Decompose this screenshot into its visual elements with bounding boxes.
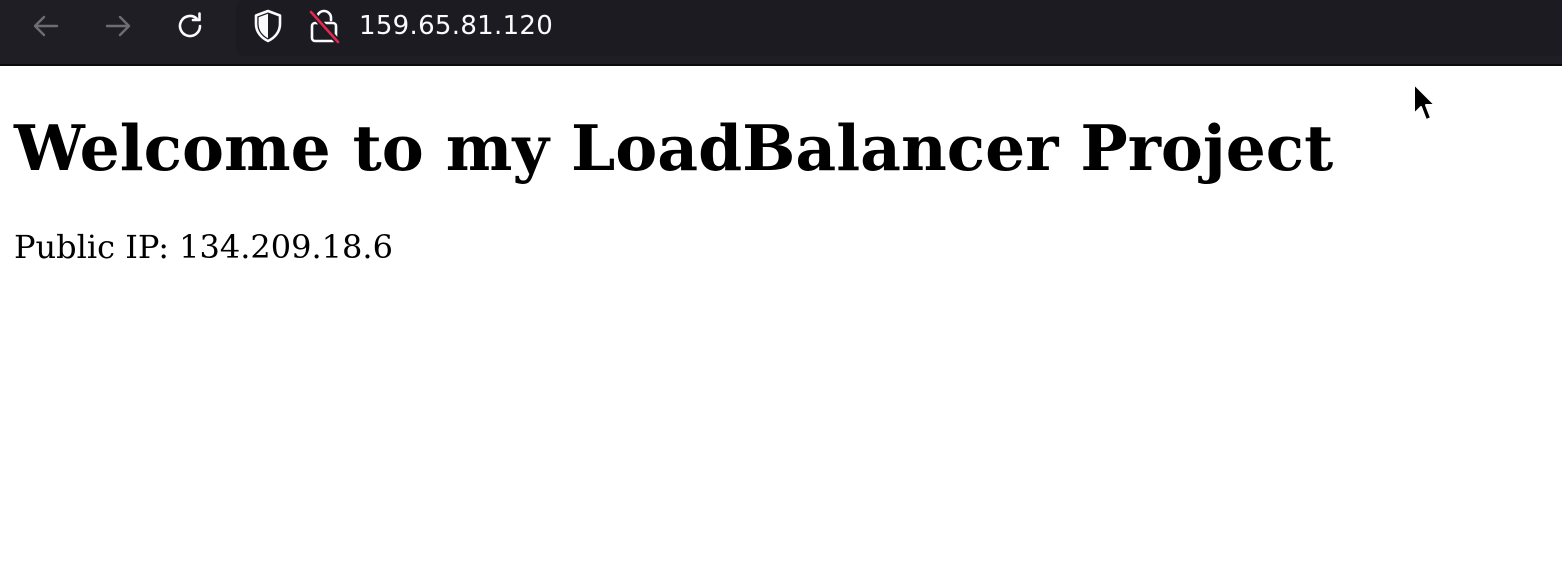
shield-icon [254,9,282,43]
connection-info-button[interactable] [307,8,341,44]
reload-button[interactable] [172,8,208,44]
public-ip-text: Public IP: 134.209.18.6 [14,228,393,266]
page-title: Welcome to my LoadBalancer Project [14,111,1334,185]
page-content: Welcome to my LoadBalancer Project Publi… [0,66,1562,574]
tracking-protection-button[interactable] [251,8,285,44]
browser-toolbar: 159.65.81.120 [0,0,1562,66]
url-bar[interactable]: 159.65.81.120 [236,0,1562,56]
arrow-right-icon [105,15,131,37]
forward-button[interactable] [100,8,136,44]
url-text[interactable]: 159.65.81.120 [359,8,553,44]
back-button[interactable] [28,8,64,44]
mouse-cursor-icon [1413,83,1436,121]
reload-icon [178,12,202,38]
arrow-left-icon [33,15,59,37]
insecure-lock-icon [308,9,341,44]
